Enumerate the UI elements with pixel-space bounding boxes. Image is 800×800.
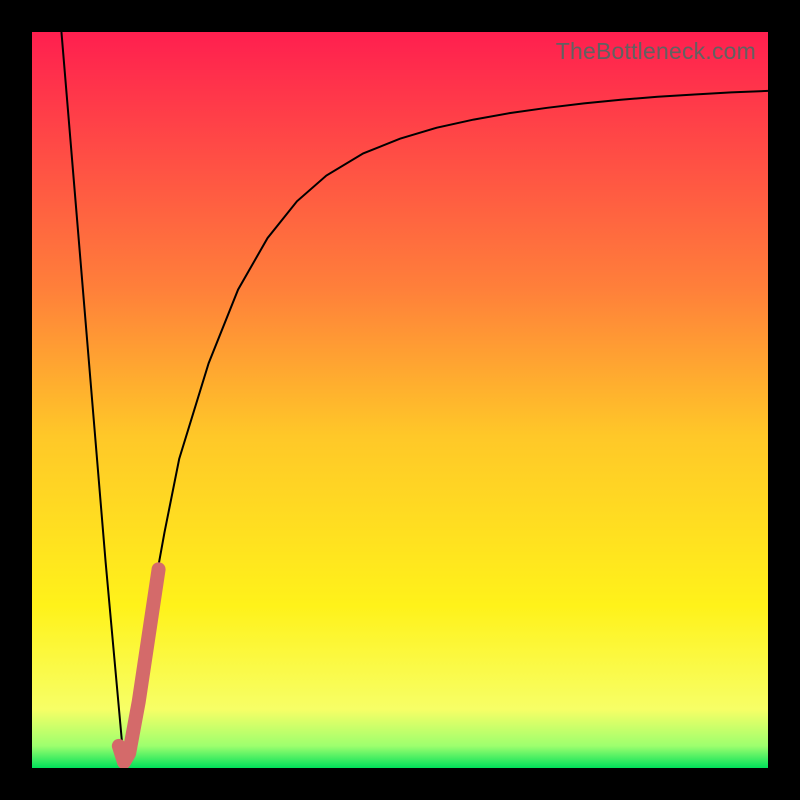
chart-frame: TheBottleneck.com bbox=[0, 0, 800, 800]
series-bottleneck-curve bbox=[61, 32, 768, 764]
watermark-text: TheBottleneck.com bbox=[556, 38, 756, 65]
chart-svg bbox=[32, 32, 768, 768]
series-highlight-segment bbox=[119, 569, 159, 762]
plot-area: TheBottleneck.com bbox=[32, 32, 768, 768]
